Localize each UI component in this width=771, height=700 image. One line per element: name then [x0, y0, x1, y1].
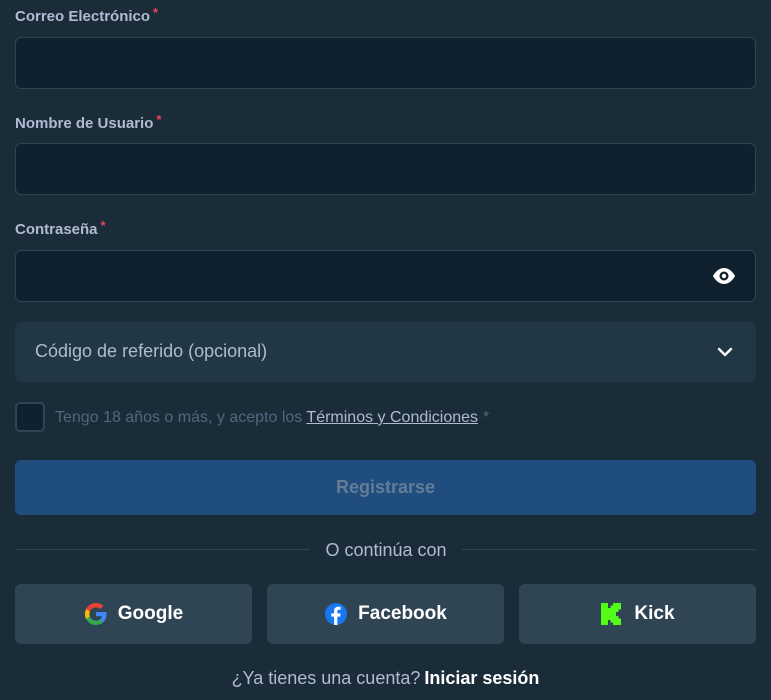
- terms-checkbox[interactable]: [15, 402, 45, 432]
- required-mark: *: [156, 112, 162, 127]
- kick-icon: [601, 603, 622, 625]
- email-label-text: Correo Electrónico: [15, 8, 151, 25]
- facebook-icon: [325, 603, 348, 625]
- required-mark: *: [153, 5, 159, 20]
- terms-text: Tengo 18 años o más, y acepto los Términ…: [55, 409, 489, 427]
- signin-question: ¿Ya tienes una cuenta?: [231, 668, 421, 688]
- email-field[interactable]: [15, 37, 756, 89]
- terms-link[interactable]: Términos y Condiciones: [306, 409, 478, 426]
- eye-icon[interactable]: [711, 265, 737, 287]
- username-label-text: Nombre de Usuario: [15, 115, 154, 132]
- password-label: Contraseña *: [15, 218, 106, 238]
- signin-row: ¿Ya tienes una cuenta? Iniciar sesión: [0, 668, 771, 689]
- google-label: Google: [117, 603, 184, 624]
- google-icon: [84, 603, 107, 625]
- facebook-login-button[interactable]: Facebook: [267, 584, 504, 644]
- terms-statement: Tengo 18 años o más, y acepto los: [55, 409, 303, 426]
- password-field[interactable]: [15, 250, 756, 302]
- username-field[interactable]: [15, 143, 756, 195]
- register-button[interactable]: Registrarse: [15, 460, 756, 515]
- register-form: Correo Electrónico * Nombre de Usuario * C…: [0, 0, 771, 700]
- email-label: Correo Electrónico *: [15, 5, 159, 25]
- username-label: Nombre de Usuario *: [15, 112, 162, 132]
- referral-code-label: Código de referido (opcional): [35, 341, 268, 361]
- divider-text: O continúa con: [325, 540, 447, 560]
- chevron-down-icon: [717, 347, 733, 357]
- referral-code-dropdown[interactable]: Código de referido (opcional): [15, 322, 756, 382]
- password-label-text: Contraseña: [15, 221, 98, 238]
- required-mark: *: [100, 218, 106, 233]
- facebook-label: Facebook: [358, 603, 447, 624]
- kick-label: Kick: [634, 603, 675, 624]
- terms-required-mark: *: [483, 409, 490, 426]
- divider-line-right: [462, 549, 756, 550]
- signin-link[interactable]: Iniciar sesión: [424, 668, 539, 688]
- google-login-button[interactable]: Google: [15, 584, 252, 644]
- terms-row: Tengo 18 años o más, y acepto los Términ…: [15, 402, 756, 432]
- kick-login-button[interactable]: Kick: [519, 584, 756, 644]
- divider-line-left: [15, 549, 310, 550]
